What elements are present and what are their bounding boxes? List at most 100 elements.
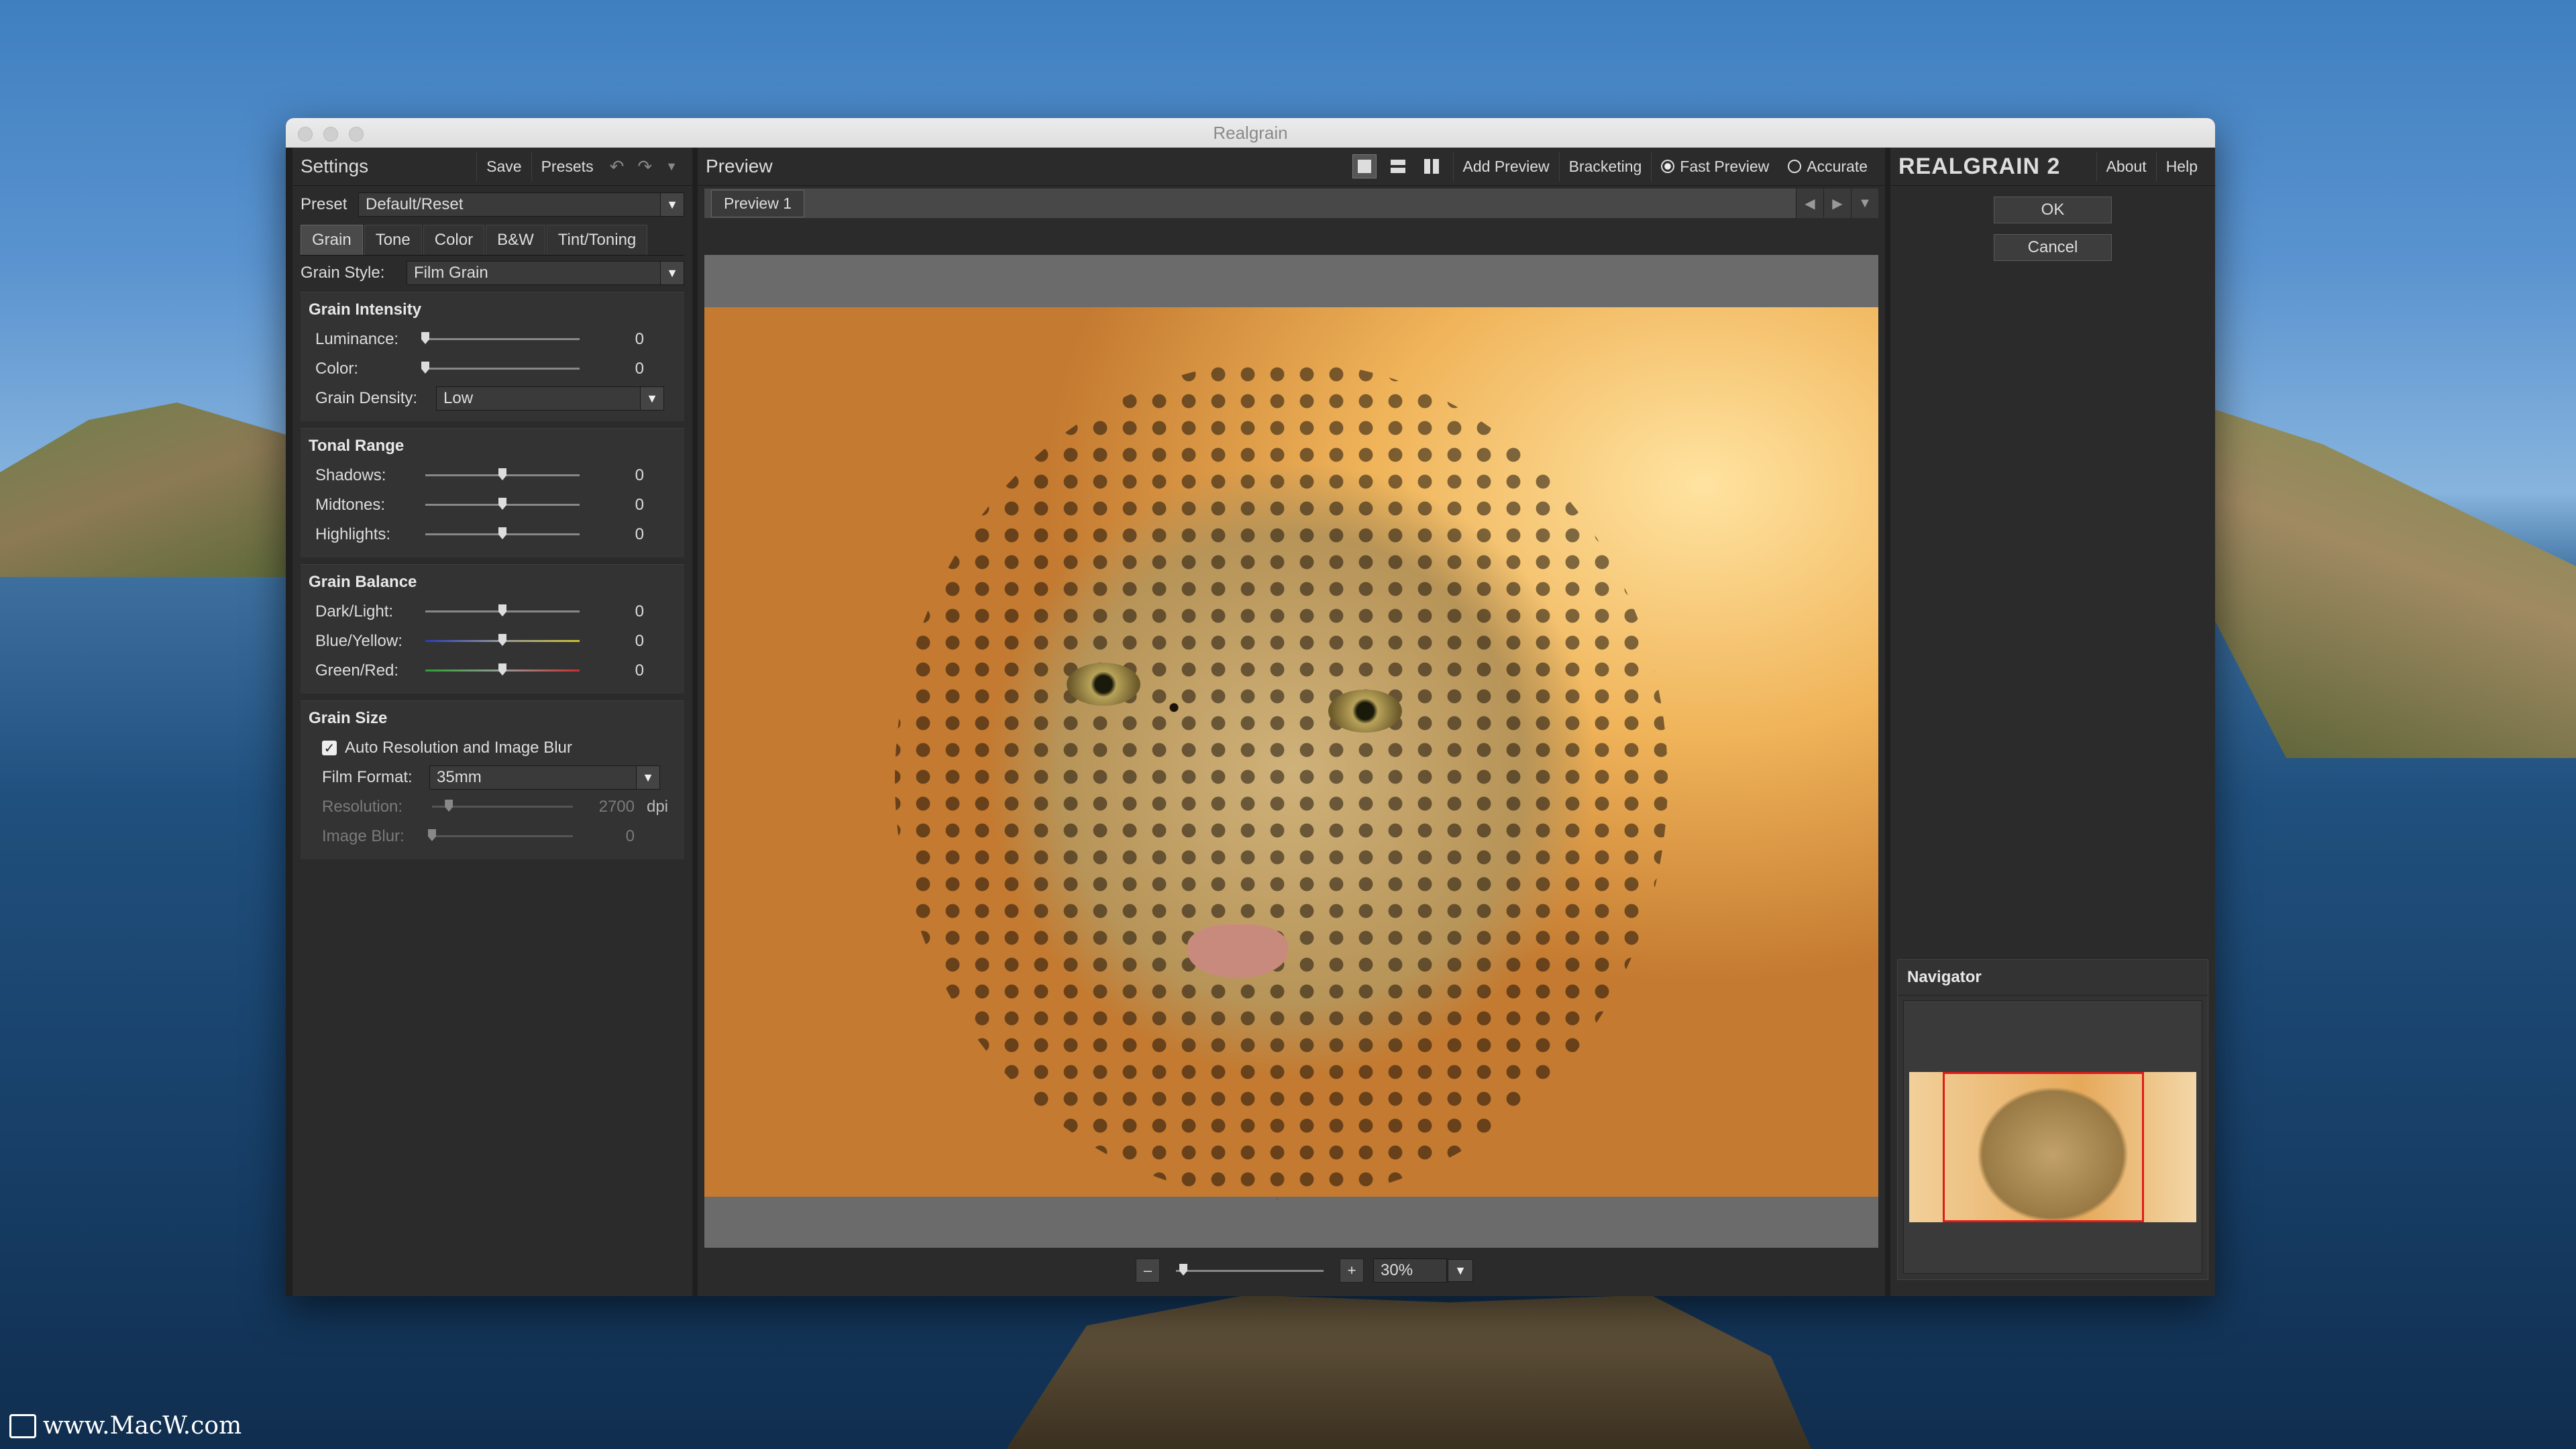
auto-resolution-checkbox[interactable]: ✓ (322, 741, 337, 756)
cancel-button[interactable]: Cancel (1994, 234, 2112, 261)
blue-yellow-slider-row: Blue/Yellow: 0 (301, 627, 684, 656)
tab-preview-1[interactable]: Preview 1 (711, 189, 804, 217)
undo-icon[interactable]: ↶ (603, 156, 631, 177)
zoom-in-button[interactable]: + (1340, 1258, 1364, 1283)
image-blur-slider[interactable] (428, 829, 573, 841)
desktop-scenery-left (0, 402, 295, 577)
split-vertical-icon[interactable] (1419, 154, 1444, 178)
grain-intensity-section: Grain Intensity Luminance: 0 Color: 0 Gr… (301, 292, 684, 421)
photo-detail-nose (1187, 924, 1288, 978)
tab-bw[interactable]: B&W (486, 225, 545, 255)
watermark-icon (9, 1413, 36, 1438)
desktop-scenery-bottom (1006, 1295, 1811, 1449)
slider-thumb[interactable] (1179, 1263, 1187, 1276)
zoom-out-button[interactable]: – (1136, 1258, 1160, 1283)
bracketing-button[interactable]: Bracketing (1558, 152, 1652, 181)
watermark: www.MacW.com (9, 1412, 241, 1440)
luminance-slider[interactable] (421, 332, 580, 344)
slider-thumb[interactable] (498, 468, 506, 480)
slider-thumb[interactable] (498, 663, 506, 676)
window-title: Realgrain (1213, 122, 1288, 143)
slider-thumb[interactable] (498, 527, 506, 539)
app-window: Realgrain Settings Save Presets ↶ ↷ ▼ Pr… (286, 118, 2215, 1296)
film-format-select[interactable]: 35mm ▼ (429, 765, 660, 790)
film-format-value: 35mm (437, 768, 482, 786)
shadows-slider[interactable] (425, 468, 580, 480)
preview-panel: Preview Add Preview Bracketing Fast Prev… (698, 148, 1885, 1296)
settings-header: Settings Save Presets ↶ ↷ ▼ (292, 148, 692, 186)
auto-resolution-label: Auto Resolution and Image Blur (345, 739, 572, 757)
image-blur-value: 0 (625, 827, 635, 845)
resolution-slider-row: Resolution: 2700 dpi (301, 792, 684, 822)
close-window-button[interactable] (298, 127, 313, 142)
grain-density-select[interactable]: Low ▼ (436, 386, 664, 411)
chevron-down-icon[interactable]: ▼ (659, 160, 684, 174)
save-button[interactable]: Save (476, 152, 531, 181)
fast-preview-radio[interactable]: Fast Preview (1651, 152, 1778, 181)
section-title: Grain Balance (309, 573, 417, 591)
window-controls (298, 127, 364, 142)
zoom-select[interactable]: 30% ▼ (1373, 1258, 1473, 1283)
zoom-slider[interactable] (1176, 1263, 1324, 1276)
accurate-radio[interactable]: Accurate (1778, 152, 1877, 181)
green-red-label: Green/Red: (315, 661, 399, 680)
about-button[interactable]: About (2096, 152, 2156, 181)
tab-tone[interactable]: Tone (364, 225, 422, 255)
resolution-slider[interactable] (432, 800, 573, 812)
color-slider-row: Color: 0 (301, 354, 684, 384)
preview-header: Preview Add Preview Bracketing Fast Prev… (698, 148, 1885, 186)
auto-resolution-row: ✓ Auto Resolution and Image Blur (301, 733, 684, 763)
tonal-range-section: Tonal Range Shadows: 0 Midtones: 0 Highl… (301, 428, 684, 557)
highlights-slider-row: Highlights: 0 (301, 520, 684, 549)
minimize-window-button[interactable] (323, 127, 338, 142)
redo-icon[interactable]: ↷ (631, 156, 659, 177)
chevron-down-icon[interactable]: ▼ (1851, 189, 1878, 218)
ok-button[interactable]: OK (1994, 197, 2112, 223)
photo-detail-eye-left (1067, 663, 1140, 706)
chevron-left-icon[interactable]: ◀ (1796, 189, 1823, 218)
slider-thumb[interactable] (498, 634, 506, 646)
split-horizontal-icon[interactable] (1386, 154, 1410, 178)
highlights-value: 0 (635, 525, 644, 543)
preview-canvas[interactable] (704, 255, 1878, 1248)
navigator-view[interactable] (1903, 1000, 2202, 1274)
tab-grain[interactable]: Grain (301, 225, 363, 255)
slider-thumb[interactable] (498, 498, 506, 510)
dark-light-slider[interactable] (425, 604, 580, 616)
chevron-down-icon: ▼ (660, 262, 684, 284)
luminance-label: Luminance: (315, 330, 399, 348)
tab-tint-toning[interactable]: Tint/Toning (546, 225, 648, 255)
grain-density-label: Grain Density: (315, 389, 418, 407)
highlights-slider[interactable] (425, 527, 580, 539)
chevron-right-icon[interactable]: ▶ (1823, 189, 1851, 218)
help-button[interactable]: Help (2155, 152, 2207, 181)
green-red-value: 0 (635, 661, 644, 680)
dark-light-label: Dark/Light: (315, 602, 394, 621)
add-preview-button[interactable]: Add Preview (1452, 152, 1559, 181)
fast-preview-label: Fast Preview (1680, 157, 1770, 175)
green-red-slider[interactable] (425, 663, 580, 676)
presets-button[interactable]: Presets (531, 152, 603, 181)
chevron-down-icon: ▼ (1448, 1259, 1473, 1282)
color-slider[interactable] (421, 362, 580, 374)
grain-style-label: Grain Style: (301, 264, 385, 282)
preset-label: Preset (301, 195, 347, 213)
slider-thumb[interactable] (445, 800, 453, 812)
right-header: REALGRAIN 2 About Help (1890, 148, 2215, 186)
grain-density-value: Low (443, 389, 474, 407)
navigator-viewport-rect[interactable] (1943, 1072, 2144, 1222)
leopard-photo[interactable] (704, 307, 1878, 1199)
preview-tab-nav: ◀ ▶ ▼ (1796, 189, 1878, 218)
slider-thumb[interactable] (498, 604, 506, 616)
chevron-down-icon: ▼ (660, 193, 684, 216)
zoom-window-button[interactable] (349, 127, 364, 142)
tab-color[interactable]: Color (423, 225, 485, 255)
photo-texture (895, 361, 1668, 1199)
preview-tab-bar: Preview 1 ◀ ▶ ▼ (704, 189, 1878, 218)
blue-yellow-slider[interactable] (425, 634, 580, 646)
midtones-slider[interactable] (425, 498, 580, 510)
grain-style-select[interactable]: Film Grain ▼ (407, 261, 684, 285)
preset-select[interactable]: Default/Reset ▼ (358, 193, 684, 217)
single-view-icon[interactable] (1352, 154, 1377, 178)
preset-row: Preset Default/Reset ▼ (292, 186, 692, 217)
